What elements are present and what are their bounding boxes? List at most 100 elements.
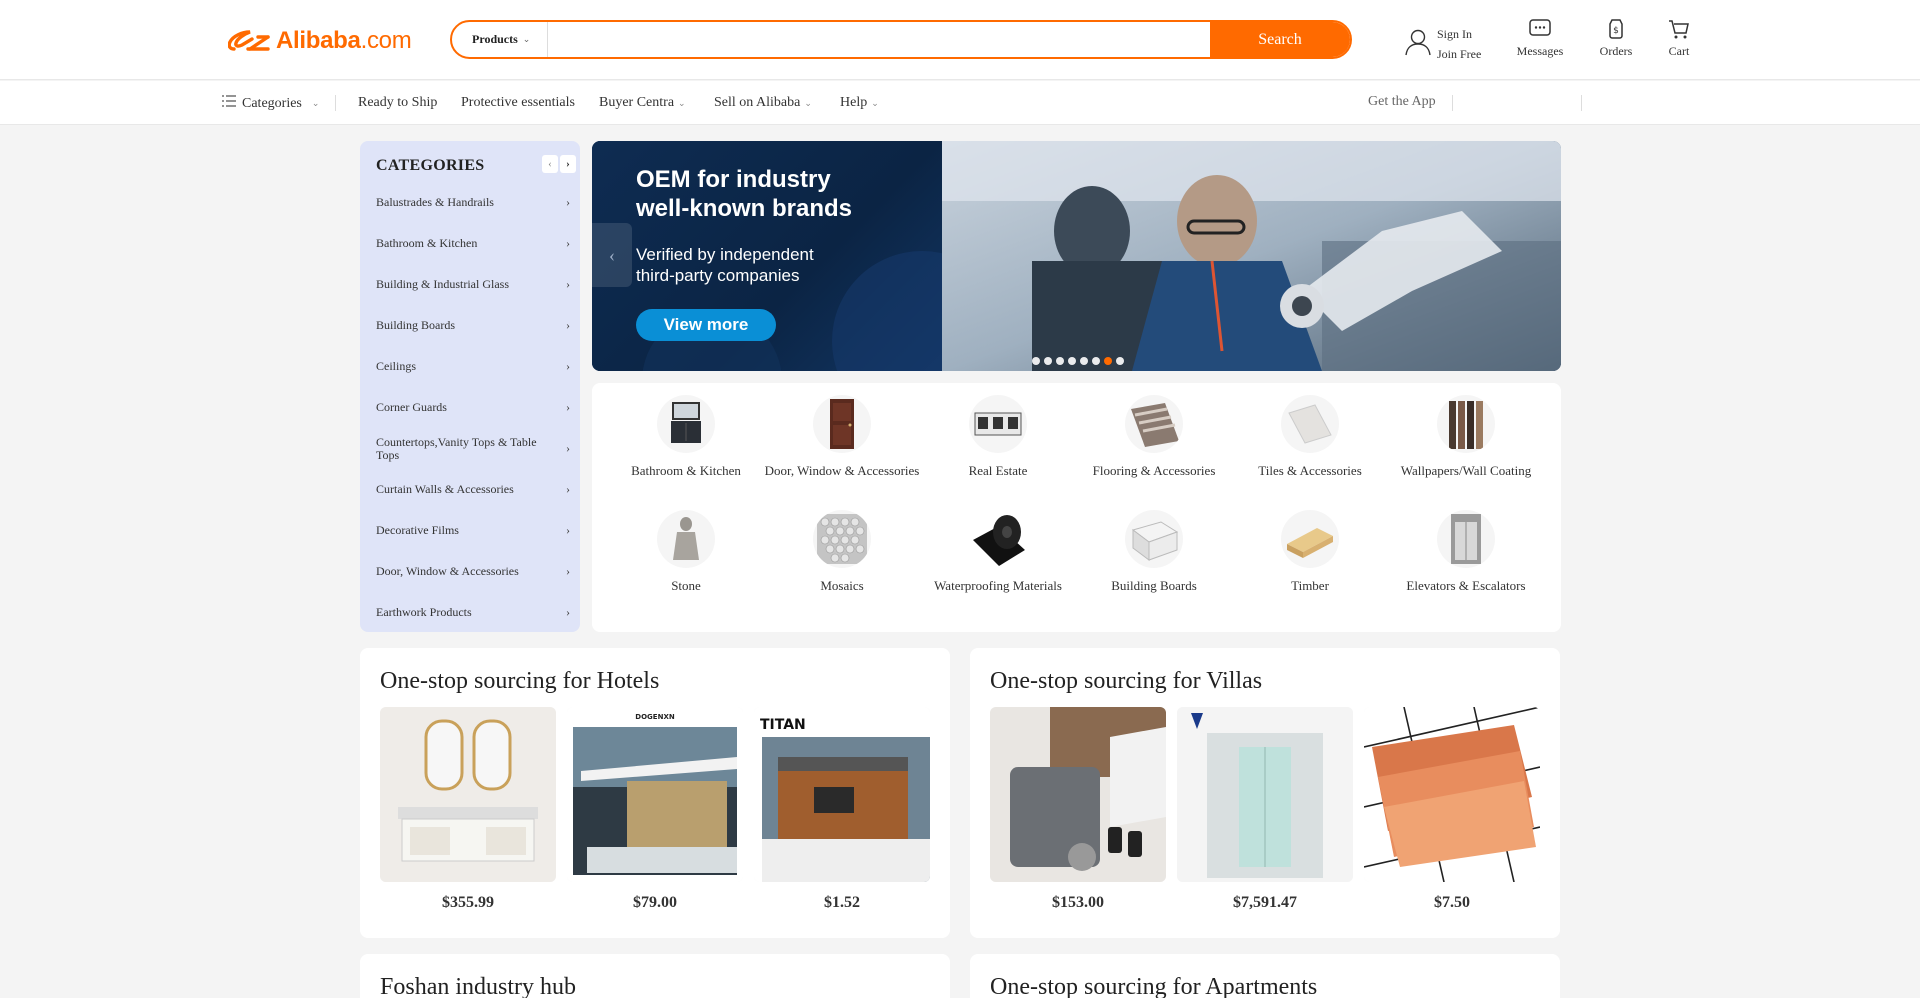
- stone-statue-icon: [657, 510, 715, 568]
- product-tile[interactable]: TITAN $1.52: [754, 707, 930, 912]
- cart-button[interactable]: Cart: [1664, 18, 1694, 59]
- categories-title: CATEGORIES: [376, 157, 485, 174]
- grid-category-bathroom-kitchen[interactable]: Bathroom & Kitchen: [608, 395, 764, 478]
- nav-categories[interactable]: Categories ⌄: [222, 95, 319, 112]
- list-icon: [222, 95, 236, 112]
- nav-divider: [1581, 95, 1582, 111]
- wall-panels-icon: [1437, 395, 1495, 453]
- cart-icon: [1669, 20, 1689, 39]
- grid-category-door-window[interactable]: Door, Window & Accessories: [764, 395, 920, 478]
- grid-category-waterproofing[interactable]: Waterproofing Materials: [920, 510, 1076, 593]
- container-house-icon: [969, 395, 1027, 453]
- chevron-right-icon[interactable]: ›: [560, 155, 576, 173]
- carousel-dot[interactable]: [1068, 357, 1076, 365]
- sourcing-card-villas[interactable]: One-stop sourcing for Villas $153.00 $7,…: [970, 648, 1560, 938]
- carousel-dot[interactable]: [1092, 357, 1100, 365]
- join-free-link[interactable]: Join Free: [1437, 44, 1481, 64]
- sourcing-card-apartments[interactable]: One-stop sourcing for Apartments: [970, 954, 1560, 998]
- nav-categories-label: Categories: [242, 95, 302, 111]
- product-price: $7,591.47: [1233, 894, 1297, 911]
- category-item[interactable]: Countertops,Vanity Tops & Table Tops ›: [360, 428, 580, 469]
- category-item[interactable]: Door, Window & Accessories ›: [360, 551, 580, 592]
- grid-category-mosaics[interactable]: Mosaics: [764, 510, 920, 593]
- category-item[interactable]: Balustrades & Handrails ›: [360, 182, 580, 223]
- product-tile[interactable]: $7,591.47: [1177, 707, 1353, 912]
- messages-button[interactable]: Messages: [1514, 18, 1566, 59]
- orders-label: Orders: [1599, 44, 1633, 58]
- nav-sell-on-alibaba[interactable]: Sell on Alibaba ⌄: [714, 95, 812, 111]
- sign-in-link[interactable]: Sign In: [1437, 24, 1481, 44]
- svg-text:$: $: [1613, 26, 1619, 36]
- nav-help[interactable]: Help ⌄: [840, 95, 879, 111]
- banner-photo-engineers: [942, 141, 1561, 371]
- search-category-select[interactable]: Products ⌄: [452, 22, 548, 57]
- view-more-button[interactable]: View more: [636, 309, 776, 341]
- carousel-dot[interactable]: [1080, 357, 1088, 365]
- cabinet-icon: [657, 395, 715, 453]
- category-item[interactable]: Building & Industrial Glass ›: [360, 264, 580, 305]
- chevron-right-icon: ›: [566, 195, 570, 209]
- nav-buyer-central-label: Buyer Centra: [599, 95, 675, 110]
- category-item-label: Decorative Films: [376, 523, 459, 537]
- card-title: One-stop sourcing for Apartments: [990, 974, 1318, 998]
- search-input[interactable]: [548, 22, 1210, 57]
- main-nav: Categories ⌄ Ready to Ship Protective es…: [0, 81, 1920, 125]
- alibaba-logo[interactable]: Alibaba.com: [227, 26, 412, 56]
- carousel-dot[interactable]: [1116, 357, 1124, 365]
- product-price: $79.00: [633, 894, 677, 911]
- grid-category-real-estate[interactable]: Real Estate: [920, 395, 1076, 478]
- category-item[interactable]: Bathroom & Kitchen ›: [360, 223, 580, 264]
- grid-category-label: Door, Window & Accessories: [764, 463, 920, 478]
- product-price: $355.99: [442, 894, 494, 911]
- nav-ready-to-ship[interactable]: Ready to Ship: [358, 95, 437, 111]
- nav-protective-essentials[interactable]: Protective essentials: [461, 95, 575, 111]
- user-account[interactable]: Sign In Join Free: [1403, 24, 1481, 64]
- card-title: Foshan industry hub: [380, 974, 577, 998]
- chevron-right-icon: ›: [566, 482, 570, 496]
- chevron-left-icon[interactable]: ‹: [592, 223, 632, 287]
- get-the-app-link[interactable]: Get the App: [1368, 94, 1436, 110]
- messages-label: Messages: [1516, 44, 1564, 58]
- categories-pager: ‹ ›: [542, 155, 576, 173]
- chevron-down-icon: ⌄: [522, 34, 531, 44]
- grid-category-stone[interactable]: Stone: [608, 510, 764, 593]
- chevron-right-icon: ›: [566, 400, 570, 414]
- grid-category-wallpapers[interactable]: Wallpapers/Wall Coating: [1388, 395, 1544, 478]
- product-tile[interactable]: $153.00: [990, 707, 1166, 912]
- orders-button[interactable]: $ Orders: [1596, 18, 1636, 59]
- category-item[interactable]: Corner Guards ›: [360, 387, 580, 428]
- product-image-glass-elevator: [1177, 707, 1353, 882]
- carousel-dot[interactable]: [1032, 357, 1040, 365]
- cart-label: Cart: [1668, 44, 1690, 58]
- category-item[interactable]: Decorative Films ›: [360, 510, 580, 551]
- carousel-dot[interactable]: [1056, 357, 1064, 365]
- carousel-dot[interactable]: [1044, 357, 1052, 365]
- grid-category-elevators[interactable]: Elevators & Escalators: [1388, 510, 1544, 593]
- category-item[interactable]: Earthwork Products ›: [360, 592, 580, 632]
- sourcing-card-hotels[interactable]: One-stop sourcing for Hotels $355.99 DOG…: [360, 648, 950, 938]
- grid-category-label: Waterproofing Materials: [934, 578, 1062, 593]
- product-tile[interactable]: DOGENXN $79.00: [567, 707, 743, 912]
- grid-category-timber[interactable]: Timber: [1232, 510, 1388, 593]
- hero-banner[interactable]: OEM for industry well-known brands Verif…: [592, 141, 1561, 371]
- categories-list: Balustrades & Handrails › Bathroom & Kitc…: [360, 182, 580, 632]
- chevron-left-icon[interactable]: ‹: [542, 155, 558, 173]
- search-button[interactable]: Search: [1210, 22, 1350, 57]
- grid-category-label: Bathroom & Kitchen: [631, 463, 741, 478]
- nav-buyer-central[interactable]: Buyer Centra ⌄: [599, 95, 686, 111]
- grid-category-tiles[interactable]: Tiles & Accessories: [1232, 395, 1388, 478]
- user-icon: [1403, 27, 1433, 62]
- product-tile[interactable]: $7.50: [1364, 707, 1540, 912]
- nav-divider: [335, 95, 336, 111]
- flooring-planks-icon: [1125, 395, 1183, 453]
- category-item[interactable]: Ceilings ›: [360, 346, 580, 387]
- category-item[interactable]: Building Boards ›: [360, 305, 580, 346]
- sourcing-card-foshan[interactable]: Foshan industry hub: [360, 954, 950, 998]
- grid-category-building-boards[interactable]: Building Boards: [1076, 510, 1232, 593]
- carousel-dot-active[interactable]: [1104, 357, 1112, 365]
- product-image-modern-house: DOGENXN: [567, 707, 743, 882]
- grid-category-flooring[interactable]: Flooring & Accessories: [1076, 395, 1232, 478]
- product-tile[interactable]: $355.99: [380, 707, 556, 912]
- grid-category-label: Tiles & Accessories: [1258, 463, 1362, 478]
- category-item[interactable]: Curtain Walls & Accessories ›: [360, 469, 580, 510]
